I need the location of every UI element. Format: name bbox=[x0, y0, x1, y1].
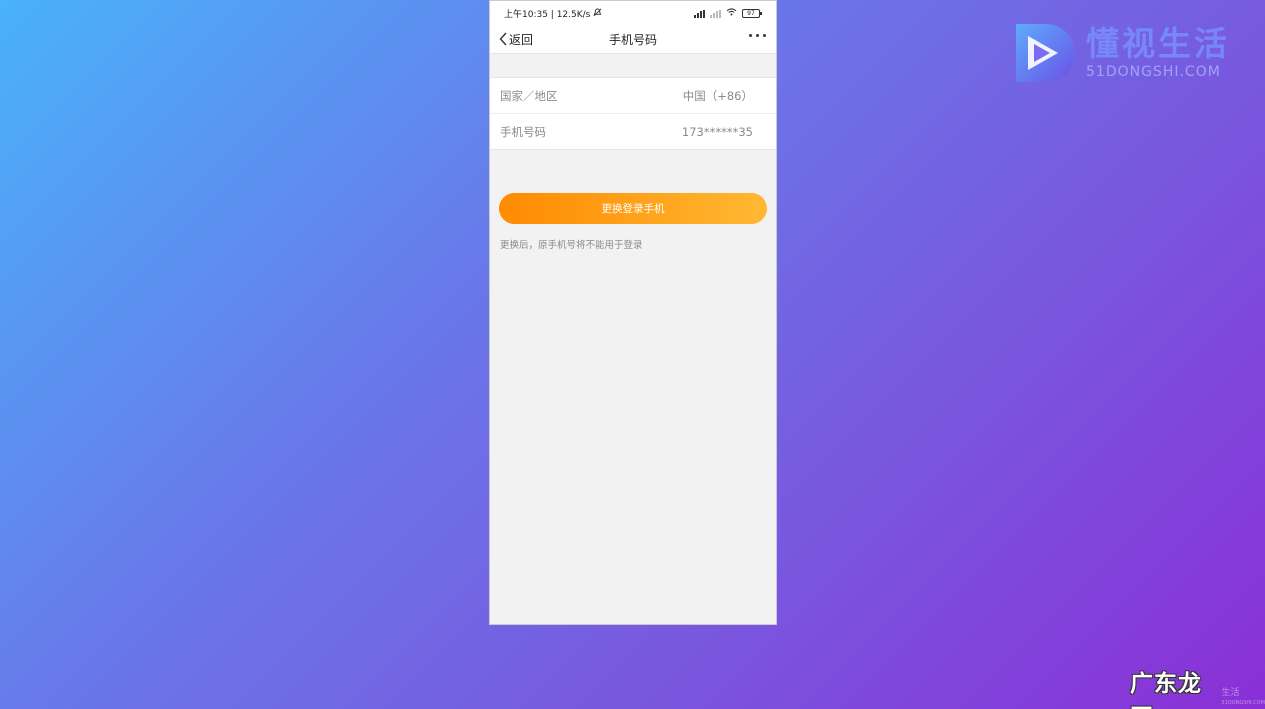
wifi-icon bbox=[726, 8, 737, 19]
brand-logo: 懂视生活 51DONGSHI.COM bbox=[1012, 22, 1230, 84]
list-item-value: 中国（+86） bbox=[682, 88, 753, 103]
more-dot-icon bbox=[756, 34, 759, 37]
settings-list: 国家／地区 中国（+86） 手机号码 173******35 bbox=[490, 77, 776, 150]
more-dot-icon bbox=[763, 34, 766, 37]
chevron-left-icon bbox=[499, 32, 507, 46]
mute-icon bbox=[593, 7, 602, 20]
hint-text: 更换后，原手机号将不能用于登录 bbox=[500, 240, 643, 251]
status-time: 上午10:35 | 12.5K/s bbox=[504, 10, 591, 20]
list-item-country-region[interactable]: 国家／地区 中国（+86） bbox=[490, 78, 776, 113]
play-logo-icon bbox=[1016, 24, 1075, 82]
change-login-phone-button[interactable]: 更换登录手机 bbox=[499, 193, 767, 224]
more-dot-icon bbox=[749, 34, 752, 37]
signal-icon bbox=[694, 9, 705, 18]
list-item-label: 手机号码 bbox=[500, 124, 546, 139]
logo-text-en: 51DONGSHI.COM bbox=[1086, 64, 1221, 80]
watermark-small-bottom: 51DONGSHI.COM bbox=[1221, 700, 1265, 706]
back-button[interactable]: 返回 bbox=[499, 29, 533, 49]
list-item-label: 国家／地区 bbox=[500, 88, 558, 103]
watermark-small-top: 生活 bbox=[1221, 688, 1240, 698]
watermark: 广东龙网 生活 51DONGSHI.COM bbox=[1130, 664, 1265, 709]
phone-screen: 上午10:35 | 12.5K/s 97 返回 手机号码 国家／地区 中国（+8… bbox=[489, 0, 777, 625]
logo-text-cn: 懂视生活 bbox=[1086, 24, 1230, 63]
battery-icon: 97 bbox=[742, 9, 762, 18]
more-menu-button[interactable] bbox=[749, 34, 766, 37]
watermark-text: 广东龙网 bbox=[1130, 671, 1202, 709]
nav-bar: 返回 手机号码 bbox=[490, 26, 776, 54]
signal-weak-icon bbox=[710, 9, 721, 18]
list-item-phone-number[interactable]: 手机号码 173******35 bbox=[490, 113, 776, 149]
list-item-value: 173******35 bbox=[681, 124, 753, 139]
status-bar: 上午10:35 | 12.5K/s 97 bbox=[490, 1, 776, 26]
back-label: 返回 bbox=[509, 32, 534, 47]
